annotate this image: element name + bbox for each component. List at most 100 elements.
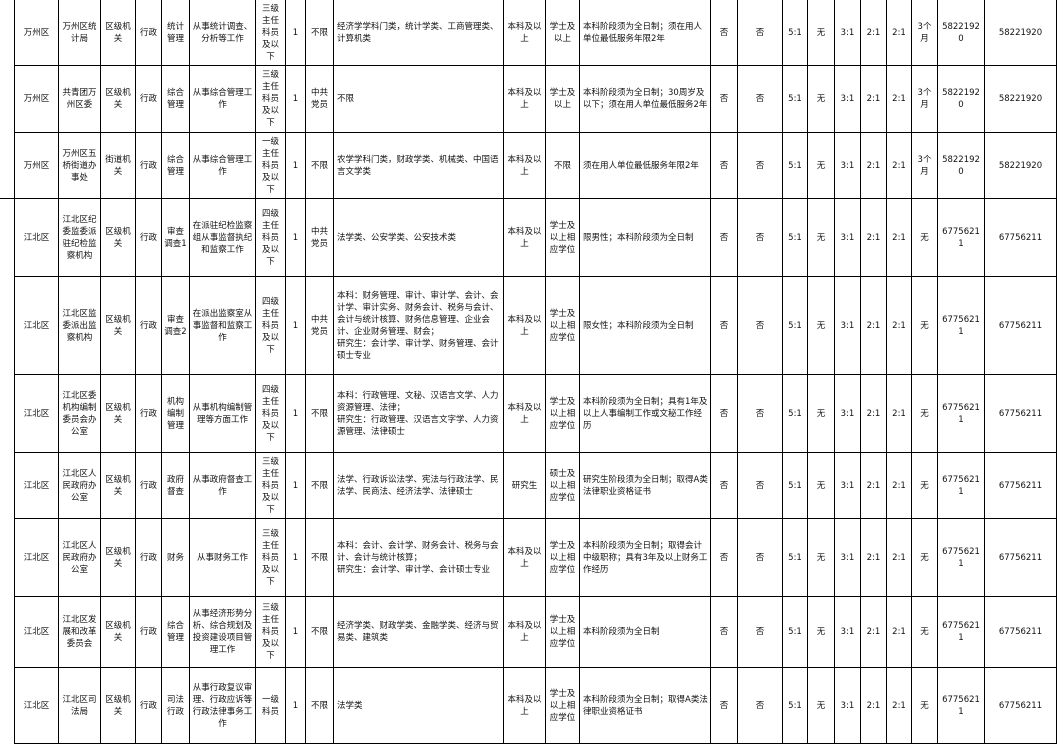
ratio-interview-cell: 3:1 bbox=[834, 452, 861, 519]
exam-flag-1-cell: 否 bbox=[710, 0, 738, 66]
supervise-phone-cell: 67756211 bbox=[984, 667, 1057, 744]
district-cell: 江北区 bbox=[14, 276, 59, 375]
district-cell: 江北区 bbox=[14, 374, 59, 453]
other-requirements-cell: 须在用人单位最低服务年限2年 bbox=[579, 132, 711, 199]
ratio-interview-cell: 3:1 bbox=[834, 518, 861, 597]
employer-cell: 万州区统计局 bbox=[58, 0, 101, 66]
other-requirements-cell: 研究生阶段须为全日制；取得A类法律职业资格证书 bbox=[579, 452, 711, 519]
professional-test-cell: 无 bbox=[807, 198, 835, 277]
consult-phone-cell: 67756211 bbox=[937, 667, 985, 744]
exam-flag-2-cell: 否 bbox=[737, 65, 783, 133]
supervise-phone-cell: 58221920 bbox=[984, 65, 1057, 133]
recruit-count-cell: 1 bbox=[285, 65, 306, 133]
political-status-cell: 中共党员 bbox=[305, 276, 334, 375]
major-cell: 本科：财务管理、审计、审计学、会计、会计学、审计实务、财务会计、税务与会计、会计… bbox=[333, 276, 504, 375]
table-row: 江北区 江北区发展和改革委员会 区级机关 行政 综合管理 从事经济形势分析、综合规划及投资… bbox=[14, 596, 1057, 668]
position-name-cell: 政府督查 bbox=[161, 452, 190, 519]
position-name-cell: 综合管理 bbox=[161, 596, 190, 668]
unit-type-cell: 区级机关 bbox=[100, 0, 136, 66]
unit-type-cell: 区级机关 bbox=[100, 452, 136, 519]
degree-cell: 学士及以上相应学位 bbox=[545, 518, 580, 597]
ratio-3-cell: 2:1 bbox=[886, 596, 912, 668]
exam-flag-1-cell: 否 bbox=[710, 132, 738, 199]
position-level-cell: 一级主任科员及以下 bbox=[255, 132, 286, 199]
consult-phone-cell: 67756211 bbox=[937, 518, 985, 597]
recruit-count-cell: 1 bbox=[285, 452, 306, 519]
other-requirements-cell: 本科阶段须为全日制；须在用人单位最低服务年限2年 bbox=[579, 0, 711, 66]
exam-flag-1-cell: 否 bbox=[710, 452, 738, 519]
degree-cell: 学士及以上相应学位 bbox=[545, 276, 580, 375]
nature-cell: 行政 bbox=[135, 276, 162, 375]
exam-flag-1-cell: 否 bbox=[710, 596, 738, 668]
major-cell: 本科：会计、会计学、财务会计、税务与会计、会计与统计核算； 研究生：会计学、审计… bbox=[333, 518, 504, 597]
position-level-cell: 三级主任科员及以下 bbox=[255, 518, 286, 597]
table-row: 江北区 江北区监委派出监察机构 区级机关 行政 审查调查2 在派出监察室从事监督和监察工作… bbox=[14, 276, 1057, 375]
district-cell: 万州区 bbox=[14, 0, 59, 66]
degree-cell: 学士及以上 bbox=[545, 65, 580, 133]
table-row: 万州区 万州区统计局 区级机关 行政 统计管理 从事统计调查、分析等工作 三级主任科员及以下… bbox=[14, 0, 1057, 66]
job-description-cell: 从事综合管理工作 bbox=[189, 65, 256, 133]
political-status-cell: 不限 bbox=[305, 452, 334, 519]
ratio-3-cell: 2:1 bbox=[886, 667, 912, 744]
professional-test-cell: 无 bbox=[807, 276, 835, 375]
probation-cell: 无 bbox=[911, 198, 938, 277]
ratio-interview-cell: 3:1 bbox=[834, 276, 861, 375]
ratio-3-cell: 2:1 bbox=[886, 374, 912, 453]
employer-cell: 江北区司法局 bbox=[58, 667, 101, 744]
supervise-phone-cell: 58221920 bbox=[984, 132, 1057, 199]
major-cell: 法学、行政诉讼法学、宪法与行政法学、民法学、民商法、经济法学、法律硕士 bbox=[333, 452, 504, 519]
professional-test-cell: 无 bbox=[807, 596, 835, 668]
ratio-written-cell: 5:1 bbox=[782, 518, 808, 597]
district-cell: 万州区 bbox=[14, 65, 59, 133]
nature-cell: 行政 bbox=[135, 198, 162, 277]
nature-cell: 行政 bbox=[135, 65, 162, 133]
recruit-count-cell: 1 bbox=[285, 276, 306, 375]
political-status-cell: 不限 bbox=[305, 0, 334, 66]
job-description-cell: 从事政府督查工作 bbox=[189, 452, 256, 519]
divider-line bbox=[0, 198, 14, 199]
nature-cell: 行政 bbox=[135, 374, 162, 453]
ratio-3-cell: 2:1 bbox=[886, 276, 912, 375]
district-cell: 江北区 bbox=[14, 596, 59, 668]
other-requirements-cell: 本科阶段须为全日制；取得A类法律职业资格证书 bbox=[579, 667, 711, 744]
education-cell: 本科及以上 bbox=[503, 667, 546, 744]
other-requirements-cell: 限男性；本科阶段须为全日制 bbox=[579, 198, 711, 277]
recruit-count-cell: 1 bbox=[285, 132, 306, 199]
education-cell: 本科及以上 bbox=[503, 132, 546, 199]
employer-cell: 江北区人民政府办公室 bbox=[58, 518, 101, 597]
employer-cell: 江北区人民政府办公室 bbox=[58, 452, 101, 519]
probation-cell: 无 bbox=[911, 452, 938, 519]
political-status-cell: 中共党员 bbox=[305, 198, 334, 277]
professional-test-cell: 无 bbox=[807, 0, 835, 66]
position-name-cell: 综合管理 bbox=[161, 132, 190, 199]
nature-cell: 行政 bbox=[135, 596, 162, 668]
other-requirements-cell: 本科阶段须为全日制 bbox=[579, 596, 711, 668]
recruit-count-cell: 1 bbox=[285, 374, 306, 453]
other-requirements-cell: 限女性；本科阶段须为全日制 bbox=[579, 276, 711, 375]
exam-flag-2-cell: 否 bbox=[737, 0, 783, 66]
ratio-3-cell: 2:1 bbox=[886, 132, 912, 199]
recruit-count-cell: 1 bbox=[285, 0, 306, 66]
ratio-interview-cell: 3:1 bbox=[834, 0, 861, 66]
consult-phone-cell: 67756211 bbox=[937, 596, 985, 668]
ratio-written-cell: 5:1 bbox=[782, 596, 808, 668]
job-description-cell: 从事综合管理工作 bbox=[189, 132, 256, 199]
table-row: 江北区 江北区委机构编制委员会办公室 区级机关 行政 机构编制管理 从事机构编制管理等方面… bbox=[14, 374, 1057, 453]
exam-flag-1-cell: 否 bbox=[710, 518, 738, 597]
district-cell: 江北区 bbox=[14, 452, 59, 519]
degree-cell: 学士及以上相应学位 bbox=[545, 596, 580, 668]
ratio-2-cell: 2:1 bbox=[860, 276, 887, 375]
ratio-written-cell: 5:1 bbox=[782, 452, 808, 519]
nature-cell: 行政 bbox=[135, 667, 162, 744]
consult-phone-cell: 67756211 bbox=[937, 276, 985, 375]
probation-cell: 无 bbox=[911, 374, 938, 453]
supervise-phone-cell: 67756211 bbox=[984, 452, 1057, 519]
table-row: 江北区 江北区司法局 区级机关 行政 司法行政 从事行政复议审理、行政应诉等行政法律事务工… bbox=[14, 667, 1057, 744]
political-status-cell: 不限 bbox=[305, 667, 334, 744]
table-row: 江北区 江北区人民政府办公室 区级机关 行政 财务 从事财务工作 三级主任科员及以下 1 不限本… bbox=[14, 518, 1057, 597]
recruit-count-cell: 1 bbox=[285, 596, 306, 668]
employer-cell: 江北区发展和改革委员会 bbox=[58, 596, 101, 668]
exam-flag-2-cell: 否 bbox=[737, 276, 783, 375]
unit-type-cell: 区级机关 bbox=[100, 667, 136, 744]
professional-test-cell: 无 bbox=[807, 374, 835, 453]
